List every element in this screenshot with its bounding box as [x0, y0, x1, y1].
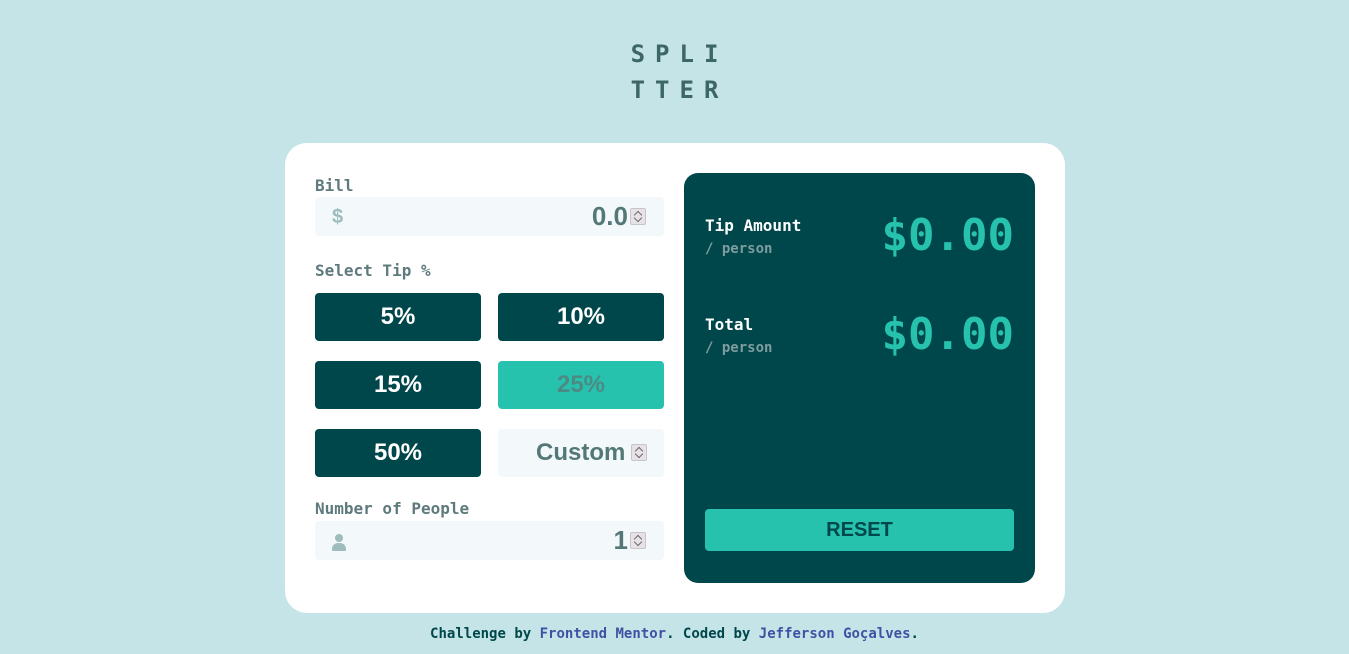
tip-10-button[interactable]: 10%: [498, 293, 664, 341]
tip-50-button[interactable]: 50%: [315, 429, 481, 477]
tip-15-button[interactable]: 15%: [315, 361, 481, 409]
tip-25-button[interactable]: 25%: [498, 361, 664, 409]
select-tip-label: Select Tip %: [315, 261, 431, 280]
bill-value[interactable]: 0.0: [592, 201, 628, 232]
total-value: $0.00: [881, 309, 1014, 360]
results-panel: Tip Amount / person $0.00 Total / person…: [684, 173, 1035, 583]
reset-button[interactable]: RESET: [705, 509, 1014, 551]
logo-line-1: SPLI: [630, 40, 729, 68]
custom-tip-input[interactable]: Custom: [498, 429, 664, 477]
author-link[interactable]: Jefferson Goçalves: [759, 626, 911, 642]
people-label: Number of People: [315, 499, 470, 518]
footer-middle: . Coded by: [666, 626, 759, 642]
tip-5-button[interactable]: 5%: [315, 293, 481, 341]
people-value[interactable]: 1: [614, 525, 628, 556]
logo-line-2: TTER: [630, 76, 729, 104]
people-input[interactable]: 1: [315, 521, 664, 560]
custom-tip-spinner[interactable]: [631, 444, 647, 461]
frontend-mentor-link[interactable]: Frontend Mentor: [540, 626, 666, 642]
dollar-icon: $: [332, 206, 344, 228]
bill-spinner[interactable]: [630, 208, 646, 225]
footer-prefix: Challenge by: [430, 626, 540, 642]
total-per-person: / person: [705, 340, 773, 356]
tip-amount-label: Tip Amount: [705, 216, 802, 235]
attribution-footer: Challenge by Frontend Mentor. Coded by J…: [0, 624, 1349, 644]
person-icon: [332, 534, 346, 551]
custom-tip-placeholder: Custom: [536, 439, 626, 466]
calculator-card: Bill $ 0.0 Select Tip % 5% 10% 15% 25% 5…: [285, 143, 1065, 613]
total-label: Total: [705, 315, 754, 334]
people-spinner[interactable]: [630, 532, 646, 549]
bill-input[interactable]: $ 0.0: [315, 197, 664, 236]
tip-amount-per-person: / person: [705, 241, 773, 257]
app-logo: SPLI TTER: [0, 36, 1349, 108]
bill-label: Bill: [315, 176, 354, 195]
tip-amount-value: $0.00: [881, 210, 1014, 261]
footer-suffix: .: [910, 626, 919, 642]
